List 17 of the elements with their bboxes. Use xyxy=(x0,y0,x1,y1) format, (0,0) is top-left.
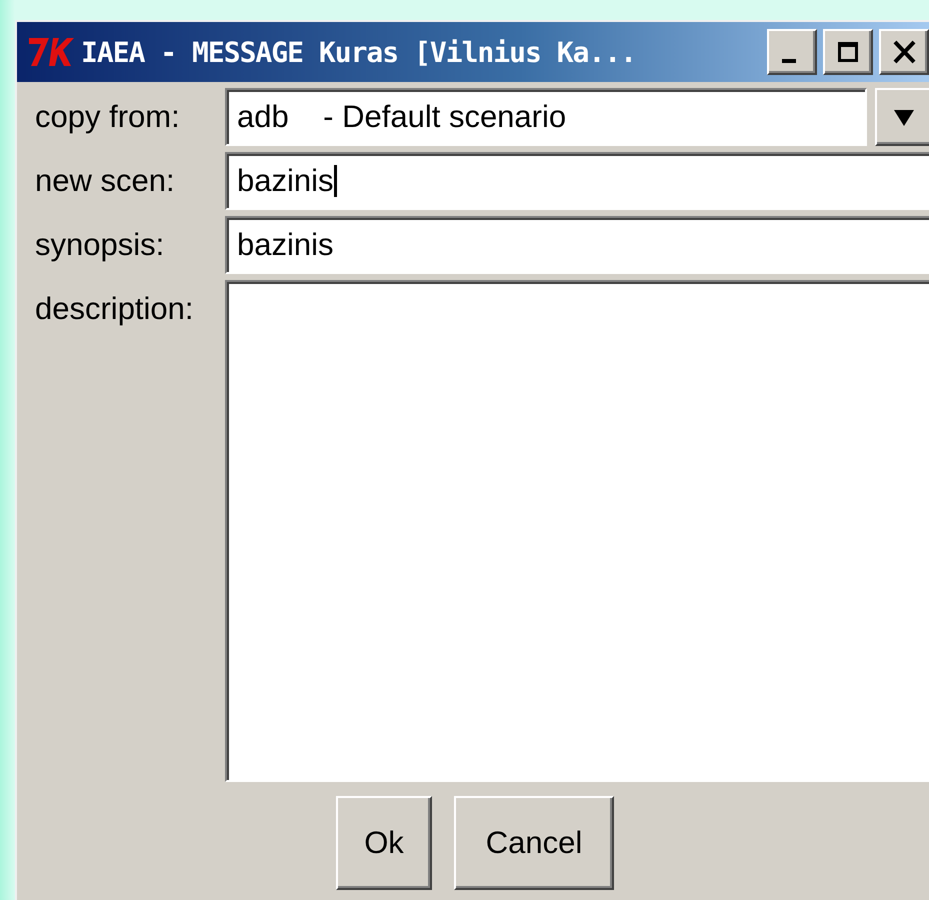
field-label: copy from: xyxy=(35,98,181,136)
input-field[interactable]: bazinis xyxy=(225,216,929,274)
close-button[interactable] xyxy=(879,29,929,75)
minimize-icon xyxy=(782,59,796,63)
ok-button[interactable]: Ok xyxy=(336,796,432,890)
field-label: synopsis: xyxy=(35,226,166,264)
maximize-button[interactable] xyxy=(823,29,873,75)
maximize-icon xyxy=(835,39,861,65)
dropdown-field[interactable]: adb - Default scenario xyxy=(225,88,867,146)
window-title: IAEA - MESSAGE Kuras [Vilnius Ka... xyxy=(81,36,638,68)
field-label: new scen: xyxy=(35,162,176,200)
minimize-button[interactable] xyxy=(767,29,817,75)
input-field[interactable]: bazinis xyxy=(225,152,929,210)
field-label: description: xyxy=(35,290,195,328)
close-icon xyxy=(891,39,917,65)
dropdown-button[interactable] xyxy=(875,88,929,146)
cancel-button[interactable]: Cancel xyxy=(454,796,614,890)
